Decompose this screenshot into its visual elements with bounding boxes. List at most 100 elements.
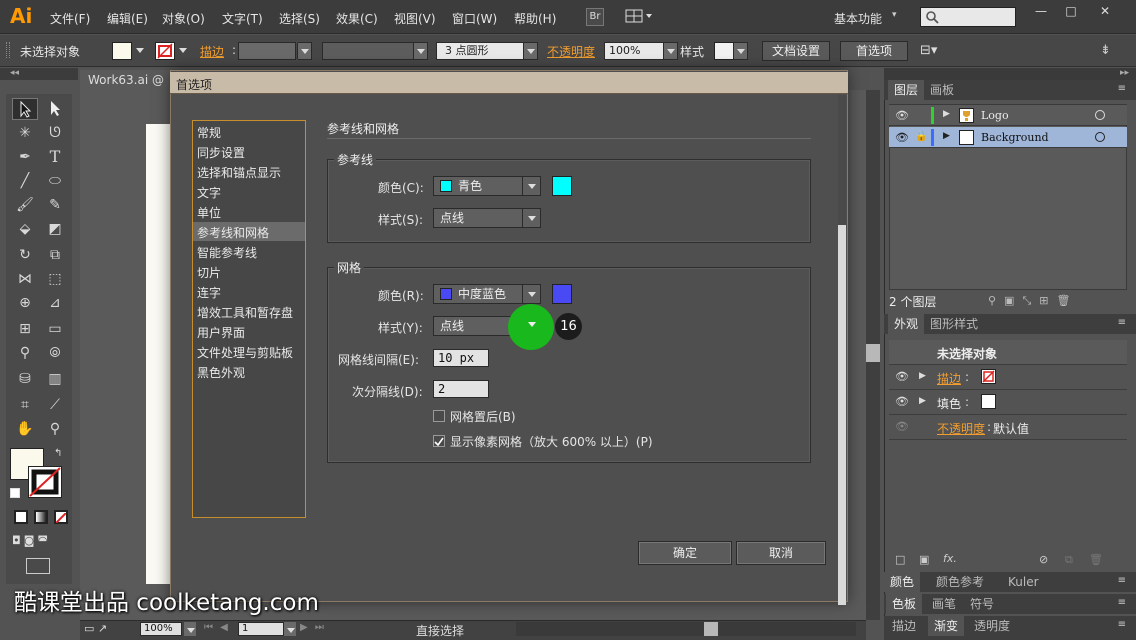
opacity-dropdown[interactable] — [663, 42, 678, 60]
graphic-style-dropdown[interactable] — [733, 42, 748, 60]
tab-kuler[interactable]: Kuler — [1002, 572, 1045, 592]
tab-appearance[interactable]: 外观 — [888, 314, 925, 334]
workspace-switcher[interactable]: 基本功能 — [834, 10, 882, 27]
layer-row-logo[interactable]: 👁 ▶ Logo — [889, 105, 1127, 126]
trash-icon[interactable]: 🗑 — [1089, 553, 1103, 566]
stroke-color-box[interactable] — [28, 466, 62, 498]
vertical-scrollbar-thumb[interactable] — [866, 344, 880, 362]
target-icon[interactable] — [1095, 110, 1105, 120]
hand-tool[interactable]: ✋ — [12, 418, 38, 440]
grid-spacing-input[interactable]: 10 px — [433, 349, 489, 367]
tab-color[interactable]: 颜色 — [884, 572, 921, 592]
category-user-interface[interactable]: 用户界面 — [197, 324, 245, 341]
screen-mode-button[interactable] — [26, 558, 50, 574]
eraser-tool[interactable]: ◩ — [42, 218, 68, 240]
panel-menu-icon[interactable]: ⇟ — [1100, 43, 1111, 58]
panel-menu-icon[interactable]: ≡ — [1118, 83, 1126, 94]
appearance-stroke-label[interactable]: 描边 — [937, 370, 961, 387]
drawing-modes[interactable]: ◘◙◚ — [12, 534, 68, 552]
tab-symbols[interactable]: 符号 — [964, 594, 1000, 614]
menu-select[interactable]: 选择(S) — [279, 10, 320, 27]
artboard-prev-buttons[interactable]: ⏮ ◀ — [204, 622, 230, 633]
tab-color-guide[interactable]: 颜色参考 — [930, 572, 990, 592]
gradient-mode-button[interactable] — [34, 510, 48, 524]
collapse-icon[interactable]: ◂◂ — [10, 68, 19, 78]
eye-icon[interactable]: 👁 — [895, 395, 909, 408]
tab-stroke[interactable]: 描边 — [886, 616, 922, 636]
menu-edit[interactable]: 编辑(E) — [107, 10, 148, 27]
guides-style-dropdown[interactable]: 点线 — [433, 208, 541, 228]
stroke-label[interactable]: 描边 — [200, 43, 224, 60]
tab-layers[interactable]: 图层 — [888, 80, 925, 100]
panel-dock-header[interactable] — [884, 68, 1136, 80]
align-icon[interactable]: ⊟▾ — [920, 43, 937, 58]
tab-gradient[interactable]: 渐变 — [928, 616, 965, 636]
panel-menu-icon[interactable]: ≡ — [1118, 597, 1126, 608]
fx-button[interactable]: fx. — [943, 552, 957, 565]
document-tab[interactable]: Work63.ai @ — [80, 70, 172, 90]
stroke-weight-dropdown[interactable] — [297, 42, 312, 60]
graphic-style-swatch[interactable] — [714, 42, 734, 60]
eye-icon[interactable]: 👁 — [895, 131, 909, 144]
expand-arrow-icon[interactable]: ▶ — [943, 109, 950, 119]
layers-footer-buttons[interactable]: ⚲▣⤡⊞🗑 — [988, 294, 1078, 308]
zoom-dropdown[interactable] — [184, 622, 196, 636]
guides-color-swatch[interactable] — [552, 176, 572, 196]
artboard-field[interactable]: 1 — [238, 622, 284, 636]
category-selection-anchor[interactable]: 选择和锚点显示 — [197, 164, 281, 181]
ellipse-tool[interactable]: ⬭ — [42, 170, 68, 192]
fill-swatch[interactable] — [112, 42, 132, 60]
category-hyphenation[interactable]: 连字 — [197, 284, 221, 301]
tab-artboards[interactable]: 画板 — [924, 80, 960, 100]
expand-arrow-icon[interactable]: ▶ — [943, 131, 950, 141]
pixel-grid-checkbox[interactable] — [433, 435, 445, 447]
category-units[interactable]: 单位 — [197, 204, 221, 221]
category-type[interactable]: 文字 — [197, 184, 221, 201]
layer-name[interactable]: Logo — [981, 109, 1009, 122]
menu-window[interactable]: 窗口(W) — [452, 10, 497, 27]
variable-width-dropdown[interactable] — [322, 42, 428, 60]
menu-effect[interactable]: 效果(C) — [336, 10, 378, 27]
category-plugins[interactable]: 增效工具和暂存盘 — [197, 304, 293, 321]
dialog-title-bar[interactable] — [170, 72, 848, 94]
menu-object[interactable]: 对象(O) — [162, 10, 205, 27]
chevron-down-icon[interactable] — [133, 42, 144, 60]
chevron-down-icon[interactable] — [176, 42, 187, 60]
cancel-button[interactable]: 取消 — [736, 541, 826, 565]
opacity-label[interactable]: 不透明度 — [547, 43, 595, 60]
duplicate-icon[interactable]: ⧉ — [1065, 553, 1073, 567]
pen-tool[interactable]: ✒ — [12, 146, 38, 168]
brush-dropdown[interactable]: 3 点圆形 — [436, 42, 538, 60]
type-tool[interactable]: T — [42, 146, 68, 168]
none-mode-button[interactable] — [54, 510, 68, 524]
category-smart-guides[interactable]: 智能参考线 — [197, 244, 257, 261]
slice-tool[interactable]: ⟋ — [42, 394, 68, 416]
direct-selection-tool[interactable] — [42, 98, 68, 120]
bridge-button[interactable]: Br — [586, 8, 604, 26]
expand-arrow-icon[interactable]: ▶ — [919, 371, 926, 381]
symbol-sprayer-tool[interactable]: ⛁ — [12, 368, 38, 390]
expand-icon[interactable]: ▸▸ — [1120, 68, 1129, 78]
appearance-fill-row[interactable]: 👁 ▶ 填色 : — [889, 390, 1127, 415]
category-sync[interactable]: 同步设置 — [197, 144, 245, 161]
menu-file[interactable]: 文件(F) — [50, 10, 90, 27]
minimize-button[interactable]: — — [1026, 2, 1056, 22]
menu-help[interactable]: 帮助(H) — [514, 10, 556, 27]
tab-brushes[interactable]: 画笔 — [926, 594, 962, 614]
eye-icon[interactable]: 👁 — [895, 370, 909, 383]
opacity-field[interactable]: 100% — [604, 42, 664, 60]
square-icon[interactable]: □ — [895, 553, 905, 566]
pixel-grid-label[interactable]: 显示像素网格（放大 600% 以上）(P) — [450, 433, 653, 450]
scale-tool[interactable]: ⧉ — [42, 244, 68, 266]
category-guides-grid[interactable]: 参考线和网格 — [197, 224, 269, 241]
eye-icon[interactable]: 👁 — [895, 109, 909, 122]
stroke-weight-field[interactable] — [238, 42, 296, 60]
tab-swatches[interactable]: 色板 — [886, 594, 923, 614]
tab-transparency[interactable]: 透明度 — [968, 616, 1016, 636]
appearance-opacity-row[interactable]: 👁 不透明度 : 默认值 — [889, 415, 1127, 440]
blend-tool[interactable]: ⦾ — [42, 342, 68, 364]
panel-menu-icon[interactable]: ≡ — [1118, 575, 1126, 586]
artboard-dropdown[interactable] — [284, 622, 296, 636]
eyedropper-tool[interactable]: ⚲ — [12, 342, 38, 364]
guides-color-dropdown[interactable]: 青色 — [433, 176, 541, 196]
